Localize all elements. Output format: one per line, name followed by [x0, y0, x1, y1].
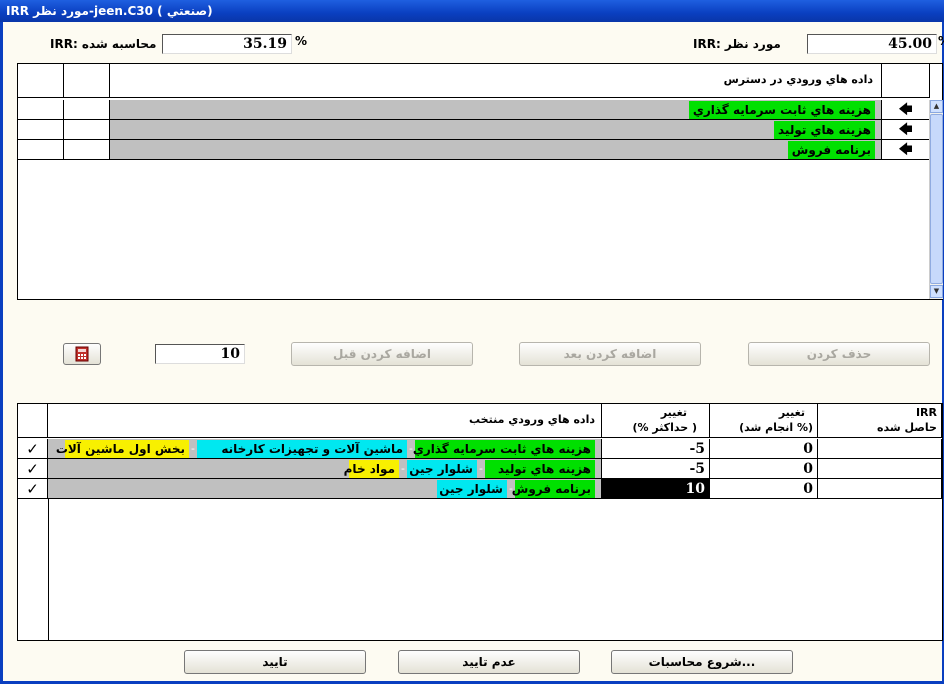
- done-change-header: تغيير (% انجام شد): [710, 404, 818, 438]
- available-tag: هزينه هاي توليد: [773, 121, 875, 139]
- available-row[interactable]: هزينه هاي توليد 🡄: [18, 120, 930, 140]
- irr-result-header: IRR حاصل شده: [818, 404, 942, 438]
- max-change-header: تغيير ( حداكثر %): [602, 404, 710, 438]
- target-irr-label: IRR: مورد نظر: [693, 37, 781, 51]
- done-change-cell: 0: [710, 459, 818, 479]
- add-arrow-icon[interactable]: 🡄: [882, 100, 930, 120]
- available-scrollbar[interactable]: ▲ ▼: [929, 100, 943, 299]
- scroll-down-icon[interactable]: ▼: [930, 285, 943, 298]
- target-irr-input[interactable]: 45.00: [807, 34, 937, 54]
- add-arrow-icon[interactable]: 🡄: [882, 140, 930, 160]
- irr-result-cell: [818, 439, 942, 459]
- max-change-cell[interactable]: -5: [602, 439, 710, 459]
- selected-row[interactable]: ✓ هزينه هاي ثابت سرمايه گذاري - ماشين آل…: [18, 439, 942, 459]
- add-before-button[interactable]: اضافه كردن قبل: [291, 342, 473, 366]
- selected-row[interactable]: ✓ برنامه فروش - شلوار جين 10 0: [18, 479, 942, 499]
- selected-inputs-grid: داده هاي ورودي منتخب تغيير ( حداكثر %) ت…: [17, 403, 943, 641]
- confirm-button[interactable]: تاييد: [184, 650, 366, 674]
- selected-tag: ماشين آلات و تجهيزات كارخانه: [197, 440, 407, 458]
- selected-header: داده هاي ورودي منتخب: [469, 413, 595, 426]
- max-change-cell[interactable]: -5: [602, 459, 710, 479]
- calculator-icon: [75, 346, 89, 361]
- delete-button[interactable]: حذف كردن: [748, 342, 930, 366]
- scroll-thumb[interactable]: [930, 114, 943, 284]
- add-after-button[interactable]: اضافه كردن بعد: [519, 342, 701, 366]
- add-arrow-icon[interactable]: 🡄: [882, 120, 930, 140]
- selected-tag: بخش اول ماشين آلات: [56, 440, 189, 458]
- reject-button[interactable]: عدم تاييد: [398, 650, 580, 674]
- start-calculation-button[interactable]: شروع محاسبات...: [611, 650, 793, 674]
- row-check-icon[interactable]: ✓: [18, 459, 48, 479]
- target-irr-unit: %: [938, 34, 944, 48]
- available-inputs-grid: داده هاي ورودي در دسترس هزينه هاي ثابت س…: [17, 63, 943, 300]
- selected-tag: هزينه هاي توليد: [485, 460, 595, 478]
- calc-irr-label: IRR: محاسبه شده: [50, 37, 157, 51]
- available-row[interactable]: برنامه فروش 🡄: [18, 140, 930, 160]
- window-frame-left: [0, 22, 3, 684]
- available-header: داده هاي ورودي در دسترس: [723, 73, 873, 86]
- max-change-cell-selected[interactable]: 10: [602, 479, 710, 499]
- irr-result-cell: [818, 479, 942, 499]
- selected-row[interactable]: ✓ هزينه هاي توليد - شلوار جين - مواد خام…: [18, 459, 942, 479]
- row-check-icon[interactable]: ✓: [18, 439, 48, 459]
- available-tag: هزينه هاي ثابت سرمايه گذاري: [688, 101, 875, 119]
- selected-tag: هزينه هاي ثابت سرمايه گذاري: [413, 440, 595, 458]
- done-change-cell: 0: [710, 439, 818, 459]
- available-header-cell: داده هاي ورودي در دسترس: [110, 64, 882, 98]
- calculator-button[interactable]: [63, 343, 101, 365]
- available-row[interactable]: هزينه هاي ثابت سرمايه گذاري 🡄: [18, 100, 930, 120]
- done-change-cell: 0: [710, 479, 818, 499]
- selected-header-cell: داده هاي ورودي منتخب: [48, 404, 602, 438]
- irr-result-cell: [818, 459, 942, 479]
- calc-irr-field: 35.19: [162, 34, 292, 54]
- selected-tag: شلوار جين: [437, 480, 507, 498]
- window-title: IRR مورد نظر-jeen.C30 ( صنعتي): [0, 0, 944, 22]
- selected-tag: شلوار جين: [407, 460, 477, 478]
- row-check-icon[interactable]: ✓: [18, 479, 48, 499]
- selected-tag: برنامه فروش: [512, 480, 595, 498]
- step-input[interactable]: 10: [155, 344, 245, 364]
- available-tag: برنامه فروش: [787, 141, 875, 159]
- calc-irr-unit: %: [295, 34, 308, 48]
- scroll-up-icon[interactable]: ▲: [930, 100, 943, 113]
- selected-tag: مواد خام: [344, 460, 399, 478]
